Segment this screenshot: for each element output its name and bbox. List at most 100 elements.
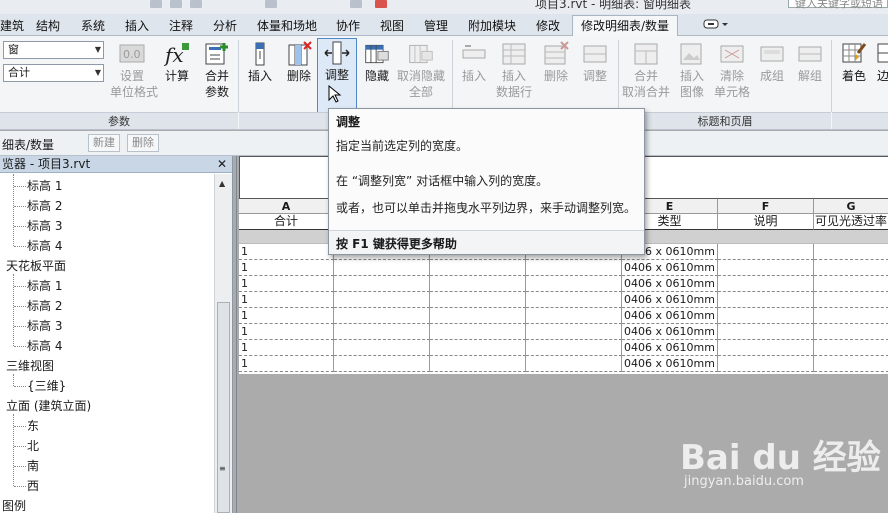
table-cell[interactable] [718, 276, 814, 292]
tab-annotate[interactable]: 注释 [167, 16, 195, 36]
tree-item-elevation[interactable]: 东 [27, 416, 39, 436]
tab-collaborate[interactable]: 协作 [334, 16, 362, 36]
tab-addins[interactable]: 附加模块 [466, 16, 518, 36]
table-cell[interactable] [430, 324, 526, 340]
table-cell[interactable] [526, 356, 622, 372]
table-cell[interactable]: 0406 x 0610mm [622, 292, 718, 308]
quick-access-icon[interactable] [350, 0, 362, 8]
table-cell[interactable]: 0406 x 0610mm [622, 324, 718, 340]
table-cell[interactable] [718, 340, 814, 356]
tab-systems[interactable]: 系统 [79, 16, 107, 36]
unhide-all-button[interactable]: 取消隐藏 全部 [396, 40, 446, 110]
close-icon[interactable]: ✕ [217, 156, 227, 172]
table-cell[interactable]: 1 [239, 276, 334, 292]
table-cell[interactable] [526, 276, 622, 292]
ungroup-button[interactable]: 解组 [790, 40, 830, 110]
quick-access-icon[interactable] [170, 0, 182, 8]
tree-item-level[interactable]: 标高 2 [27, 296, 62, 316]
quick-access-icon[interactable] [190, 0, 202, 8]
tree-item-level[interactable]: 标高 3 [27, 316, 62, 336]
table-cell[interactable] [814, 324, 888, 340]
merge-parameters-button[interactable]: 合并 参数 [197, 40, 237, 110]
table-cell[interactable]: 1 [239, 260, 334, 276]
table-cell[interactable] [334, 308, 430, 324]
table-cell[interactable] [814, 356, 888, 372]
delete-button[interactable]: 删除 [127, 134, 159, 152]
delete-row-button[interactable]: 删除 [536, 40, 576, 110]
column-header[interactable]: 可见光透过率 [814, 214, 888, 230]
table-cell[interactable] [334, 276, 430, 292]
table-cell[interactable] [814, 308, 888, 324]
table-cell[interactable] [430, 276, 526, 292]
type-selector[interactable]: 窗 ▼ [3, 41, 104, 59]
table-cell[interactable] [814, 276, 888, 292]
table-cell[interactable] [430, 356, 526, 372]
scrollbar-thumb[interactable] [217, 302, 230, 513]
tree-item-elevation[interactable]: 南 [27, 456, 39, 476]
clear-cell-button[interactable]: 清除 单元格 [712, 40, 752, 110]
tab-insert[interactable]: 插入 [123, 16, 151, 36]
tree-item-level[interactable]: 标高 4 [27, 336, 62, 356]
resize-row-button[interactable]: 调整 [575, 40, 615, 110]
table-cell[interactable]: 0406 x 0610mm [622, 308, 718, 324]
tab-view[interactable]: 视图 [378, 16, 406, 36]
calculate-button[interactable]: fx 计算 [157, 40, 197, 110]
table-cell[interactable] [814, 260, 888, 276]
tree-item-elevation[interactable]: 北 [27, 436, 39, 456]
table-cell[interactable] [430, 292, 526, 308]
insert-image-button[interactable]: 插入 图像 [672, 40, 712, 110]
table-cell[interactable]: 1 [239, 340, 334, 356]
table-cell[interactable]: 0406 x 0610mm [622, 340, 718, 356]
tab-modify-schedule[interactable]: 修改明细表/数量 [572, 15, 679, 37]
table-cell[interactable] [718, 356, 814, 372]
table-cell[interactable]: 0406 x 0610mm [622, 260, 718, 276]
delete-column-button[interactable]: 删除 [279, 40, 319, 110]
table-cell[interactable] [718, 292, 814, 308]
table-cell[interactable] [430, 340, 526, 356]
table-cell[interactable] [814, 244, 888, 260]
insert-row-button[interactable]: 插入 [454, 40, 494, 110]
table-cell[interactable] [718, 308, 814, 324]
merge-unmerge-button[interactable]: 合并 取消合并 [622, 40, 670, 110]
browser-scrollbar[interactable]: ▲ ≡ [214, 174, 232, 513]
table-cell[interactable] [526, 260, 622, 276]
tree-group-3d-views[interactable]: 三维视图 [6, 356, 54, 376]
tree-item-level[interactable]: 标高 2 [27, 196, 62, 216]
tab-architecture[interactable]: 建筑 [0, 16, 26, 36]
group-button[interactable]: 成组 [752, 40, 792, 110]
tree-group-legends[interactable]: 图例 [2, 496, 26, 513]
tree-group-elevations[interactable]: 立面 (建筑立面) [6, 396, 91, 416]
search-input[interactable]: 键入关键字或短语 [788, 0, 888, 10]
resize-column-button[interactable]: 调整 [317, 38, 357, 114]
tab-structure[interactable]: 结构 [34, 16, 62, 36]
tab-analyze[interactable]: 分析 [211, 16, 239, 36]
table-cell[interactable] [814, 292, 888, 308]
tree-item-level[interactable]: 标高 1 [27, 276, 62, 296]
set-unit-format-button[interactable]: 0.0 设置 单位格式 [110, 40, 158, 110]
insert-data-row-button[interactable]: 插入 数据行 [494, 40, 534, 110]
table-cell[interactable] [334, 340, 430, 356]
field-selector[interactable]: 合计 ▼ [3, 64, 104, 82]
tab-massing-site[interactable]: 体量和场地 [255, 16, 319, 36]
tab-modify[interactable]: 修改 [534, 16, 562, 36]
table-cell[interactable] [334, 324, 430, 340]
tab-manage[interactable]: 管理 [422, 16, 450, 36]
quick-access-icon[interactable] [150, 0, 162, 8]
table-cell[interactable]: 1 [239, 244, 334, 260]
tree-item-level[interactable]: 标高 1 [27, 176, 62, 196]
insert-column-button[interactable]: 插入 [240, 40, 280, 110]
table-cell[interactable]: 1 [239, 356, 334, 372]
table-cell[interactable] [718, 324, 814, 340]
tree-group-ceiling-plans[interactable]: 天花板平面 [6, 256, 66, 276]
table-cell[interactable] [526, 324, 622, 340]
table-cell[interactable] [334, 292, 430, 308]
shading-button[interactable]: 着色 [834, 40, 874, 110]
column-letter[interactable]: F [718, 198, 814, 214]
new-button[interactable]: 新建 [88, 134, 120, 152]
borders-button[interactable]: 边 [873, 40, 888, 110]
table-cell[interactable] [430, 260, 526, 276]
table-cell[interactable]: 1 [239, 308, 334, 324]
tree-item-level[interactable]: 标高 4 [27, 236, 62, 256]
table-cell[interactable]: 0406 x 0610mm [622, 276, 718, 292]
table-cell[interactable]: 1 [239, 324, 334, 340]
